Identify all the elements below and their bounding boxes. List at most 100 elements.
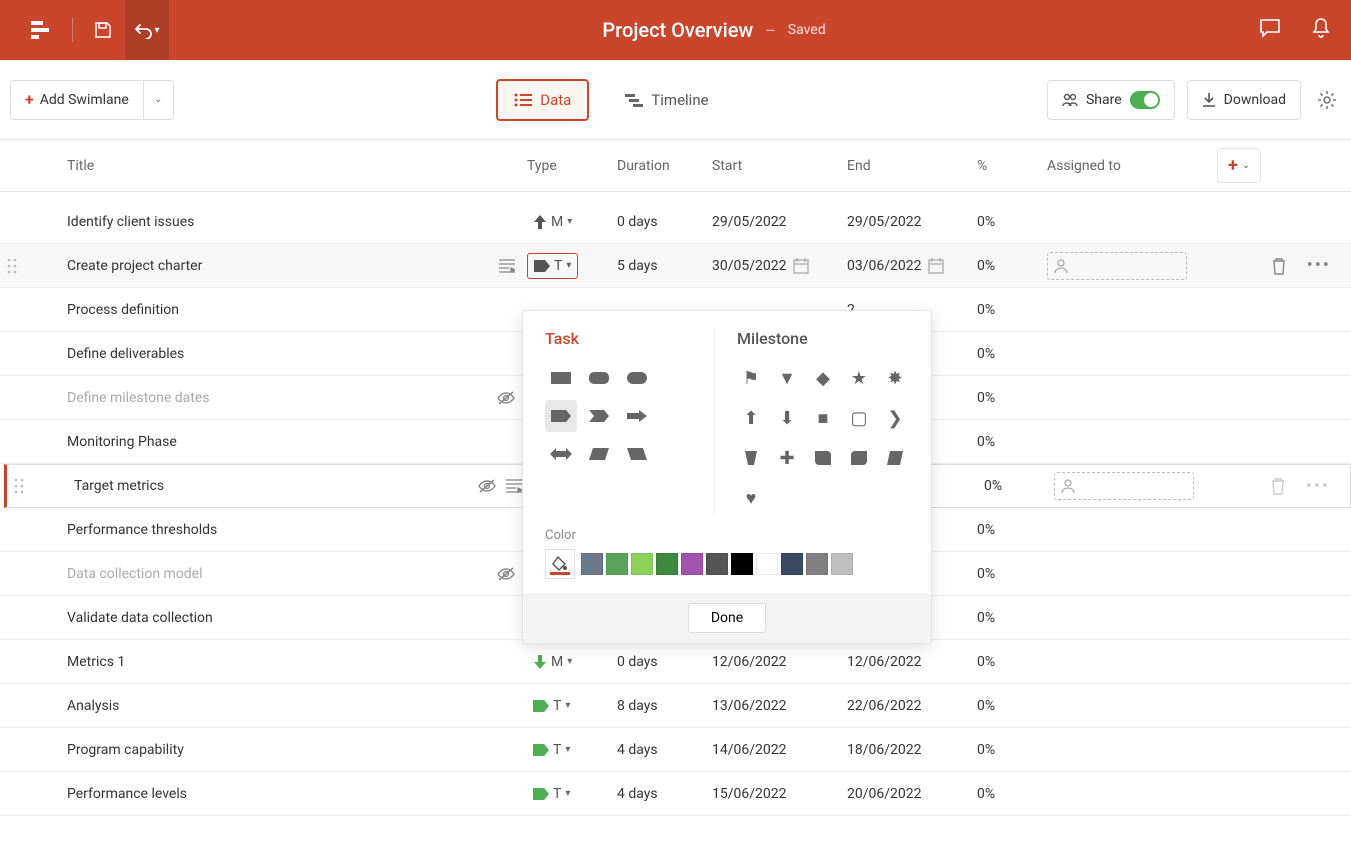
task-title[interactable]: Define deliverables: [67, 346, 515, 362]
duration-cell[interactable]: 4 days: [617, 786, 712, 802]
hidden-icon[interactable]: [478, 479, 496, 493]
ms-plus[interactable]: ✚: [773, 442, 801, 474]
color-swatch[interactable]: [606, 553, 628, 575]
col-type[interactable]: Type: [527, 158, 617, 174]
shape-rect[interactable]: [545, 362, 577, 394]
table-row[interactable]: Performance levels T▾ 4 days15/06/202220/0…: [0, 772, 1351, 816]
col-pct[interactable]: %: [977, 158, 1047, 174]
color-swatch[interactable]: [681, 553, 703, 575]
task-title[interactable]: Identify client issues: [67, 214, 515, 230]
pct-cell[interactable]: 0%: [984, 478, 1054, 494]
start-cell[interactable]: 14/06/2022: [712, 742, 847, 758]
color-swatch[interactable]: [631, 553, 653, 575]
notifications-icon[interactable]: [1311, 17, 1331, 43]
table-row[interactable]: Program capability T▾ 4 days14/06/202218/0…: [0, 728, 1351, 772]
start-cell[interactable]: 30/05/2022: [712, 258, 847, 274]
type-selector[interactable]: T▾: [527, 782, 576, 806]
type-selector[interactable]: M▾: [527, 210, 578, 234]
end-cell[interactable]: 12/06/2022: [847, 654, 977, 670]
end-cell[interactable]: 22/06/2022: [847, 698, 977, 714]
color-swatch[interactable]: [581, 553, 603, 575]
start-cell[interactable]: 15/06/2022: [712, 786, 847, 802]
add-column-button[interactable]: + ⌄: [1217, 148, 1261, 183]
color-swatch[interactable]: [781, 553, 803, 575]
table-row[interactable]: Create project charter T▾ 5 days30/05/2022…: [0, 244, 1351, 288]
duration-cell[interactable]: 0 days: [617, 214, 712, 230]
color-swatch[interactable]: [656, 553, 678, 575]
ms-arrow-up[interactable]: ⬆: [737, 402, 765, 434]
table-row[interactable]: Metrics 1M▾0 days12/06/202212/06/20220%: [0, 640, 1351, 684]
document-title[interactable]: Project Overview: [602, 18, 753, 42]
save-icon[interactable]: [81, 0, 125, 60]
end-cell[interactable]: 20/06/2022: [847, 786, 977, 802]
delete-icon[interactable]: [1270, 477, 1286, 495]
col-start[interactable]: Start: [712, 158, 847, 174]
pct-cell[interactable]: 0%: [977, 522, 1047, 538]
task-title[interactable]: Metrics 1: [67, 654, 515, 670]
end-cell[interactable]: 03/06/2022: [847, 258, 977, 274]
hidden-icon[interactable]: [497, 391, 515, 405]
more-icon[interactable]: •••: [1307, 255, 1331, 276]
duration-cell[interactable]: 4 days: [617, 742, 712, 758]
task-title[interactable]: Performance levels: [67, 786, 515, 802]
color-swatch[interactable]: [706, 553, 728, 575]
duration-cell[interactable]: 5 days: [617, 258, 712, 274]
delete-icon[interactable]: [1271, 257, 1287, 275]
duration-cell[interactable]: 0 days: [617, 654, 712, 670]
color-swatch[interactable]: [756, 553, 778, 575]
type-selector[interactable]: T▾: [527, 253, 578, 279]
shape-tag[interactable]: [545, 400, 577, 432]
fill-tool-icon[interactable]: [545, 549, 575, 579]
col-assigned[interactable]: Assigned to: [1047, 158, 1217, 174]
shape-chevron[interactable]: [583, 400, 615, 432]
shape-arrow-right[interactable]: [621, 400, 653, 432]
ms-burst[interactable]: ✸: [881, 362, 909, 394]
shape-para2[interactable]: [621, 438, 653, 470]
pct-cell[interactable]: 0%: [977, 786, 1047, 802]
color-swatch[interactable]: [806, 553, 828, 575]
type-selector[interactable]: T▾: [527, 694, 576, 718]
drag-handle-icon[interactable]: [7, 258, 17, 274]
start-cell[interactable]: 29/05/2022: [712, 214, 847, 230]
share-button[interactable]: Share: [1047, 80, 1175, 120]
task-title[interactable]: Create project charter: [67, 258, 499, 274]
task-title[interactable]: Process definition: [67, 302, 515, 318]
end-cell[interactable]: 18/06/2022: [847, 742, 977, 758]
assigned-cell[interactable]: [1047, 252, 1217, 280]
pct-cell[interactable]: 0%: [977, 566, 1047, 582]
drag-handle-icon[interactable]: [14, 478, 24, 494]
task-title[interactable]: Program capability: [67, 742, 515, 758]
shape-arrow-both[interactable]: [545, 438, 577, 470]
ms-blob2[interactable]: [845, 442, 873, 474]
assigned-cell[interactable]: [1054, 472, 1224, 500]
shape-pill[interactable]: [621, 362, 653, 394]
col-end[interactable]: End: [847, 158, 977, 174]
type-selector[interactable]: M▾: [527, 650, 578, 674]
indent-icon[interactable]: [499, 259, 515, 273]
undo-button[interactable]: ▾: [125, 0, 169, 60]
shape-para1[interactable]: [583, 438, 615, 470]
hidden-icon[interactable]: [497, 567, 515, 581]
ms-blob1[interactable]: [809, 442, 837, 474]
col-title[interactable]: Title: [67, 158, 527, 174]
pct-cell[interactable]: 0%: [977, 214, 1047, 230]
color-swatch[interactable]: [731, 553, 753, 575]
ms-para[interactable]: [881, 442, 909, 474]
duration-cell[interactable]: 8 days: [617, 698, 712, 714]
pct-cell[interactable]: 0%: [977, 390, 1047, 406]
start-cell[interactable]: 13/06/2022: [712, 698, 847, 714]
calendar-icon[interactable]: [793, 258, 809, 274]
pct-cell[interactable]: 0%: [977, 654, 1047, 670]
add-swimlane-dropdown[interactable]: ⌄: [144, 80, 174, 120]
ms-trapezoid[interactable]: [737, 442, 765, 474]
type-selector[interactable]: T▾: [527, 738, 576, 762]
pct-cell[interactable]: 0%: [977, 346, 1047, 362]
ms-chevron-right[interactable]: ❯: [881, 402, 909, 434]
task-title[interactable]: Data collection model: [67, 566, 497, 582]
ms-square-round[interactable]: ▢: [845, 402, 873, 434]
ms-square[interactable]: ■: [809, 402, 837, 434]
share-toggle[interactable]: [1130, 91, 1160, 109]
ms-tri-down[interactable]: ▼: [773, 362, 801, 394]
tab-timeline[interactable]: Timeline: [609, 81, 724, 119]
ms-flag[interactable]: ⚑: [737, 362, 765, 394]
